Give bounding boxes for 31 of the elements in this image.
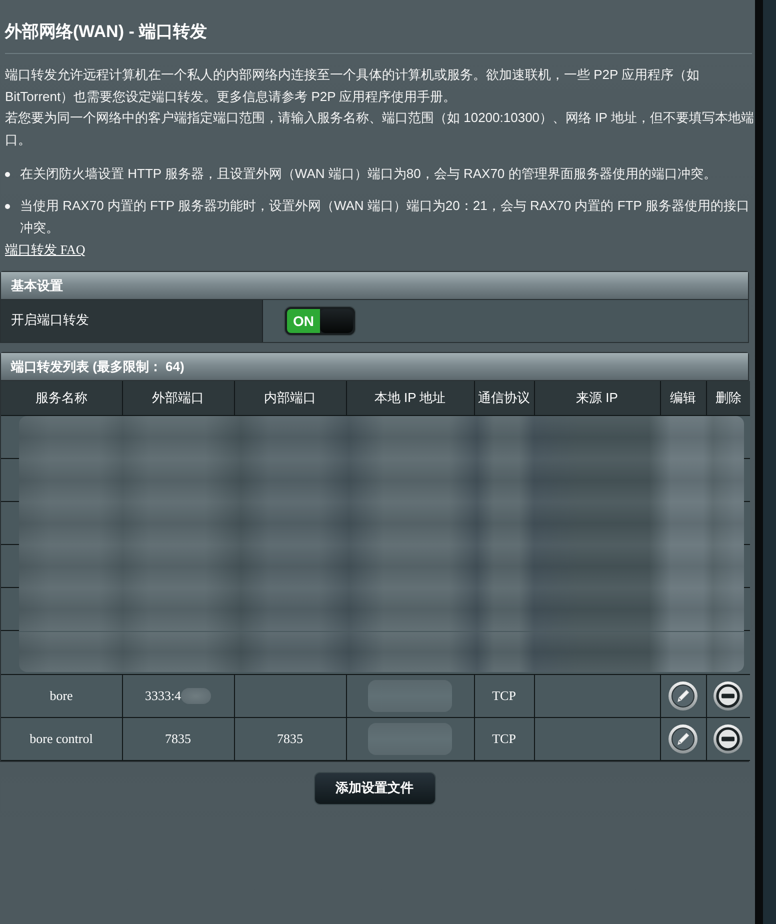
column-header: 服务名称	[1, 380, 122, 415]
section-header: 端口转发列表 (最多限制： 64)	[1, 352, 748, 380]
pencil-icon[interactable]	[668, 680, 698, 710]
table-cell: bore control	[1, 717, 122, 760]
table-cell: 7835	[234, 717, 346, 760]
faq-link[interactable]: 端口转发 FAQ	[5, 242, 86, 257]
bullet-icon	[5, 204, 10, 208]
setting-label: 开启端口转发	[1, 300, 263, 342]
note-text: 当使用 RAX70 内置的 FTP 服务器功能时，设置外网（WAN 端口）端口为20：21，会与 RAX70 内置的 FTP 服务器使用的接口冲突。	[20, 197, 750, 236]
column-header: 来源 IP	[534, 380, 660, 415]
table-cell: 7835	[165, 731, 191, 747]
description-text: 若您要为同一个网络中的客户端指定端口范围，请输入服务名称、端口范围（如 10200:10300）、网络 IP 地址，但不要填写本地端口。	[4, 109, 755, 148]
bullet-icon	[5, 172, 10, 176]
table-cell: TCP	[474, 674, 534, 717]
page-title: 外部网络(WAN) - 端口转发	[4, 21, 208, 43]
table-cell: 3333:4	[144, 688, 182, 704]
description-text: 端口转发允许远程计算机在一个私人的内部网络内连接至一个具体的计算机或服务。欲加速联机，一些 P2P 应用程序（如 BitTorrent）也需要您设定端口转发。更多信息请参考 P2P 应用程序使用手册。	[4, 66, 701, 106]
add-profile-button[interactable]: 添加设置文件	[314, 772, 436, 804]
column-header: 外部端口	[122, 380, 234, 415]
column-header: 本地 IP 地址	[346, 380, 474, 415]
table-cell: TCP	[474, 717, 534, 760]
column-header: 通信协议	[474, 380, 534, 415]
minus-icon[interactable]	[713, 680, 744, 710]
column-header: 内部端口	[234, 380, 346, 415]
section-header: 基本设置	[1, 272, 748, 300]
column-header: 编辑	[660, 380, 706, 415]
minus-icon[interactable]	[713, 724, 744, 754]
note-text: 在关闭防火墙设置 HTTP 服务器，且设置外网（WAN 端口）端口为80，会与 RAX70 的管理界面服务器使用的端口冲突。	[20, 165, 716, 183]
pencil-icon[interactable]	[668, 724, 698, 754]
table-cell: bore	[1, 674, 122, 717]
column-header: 删除	[706, 380, 750, 415]
